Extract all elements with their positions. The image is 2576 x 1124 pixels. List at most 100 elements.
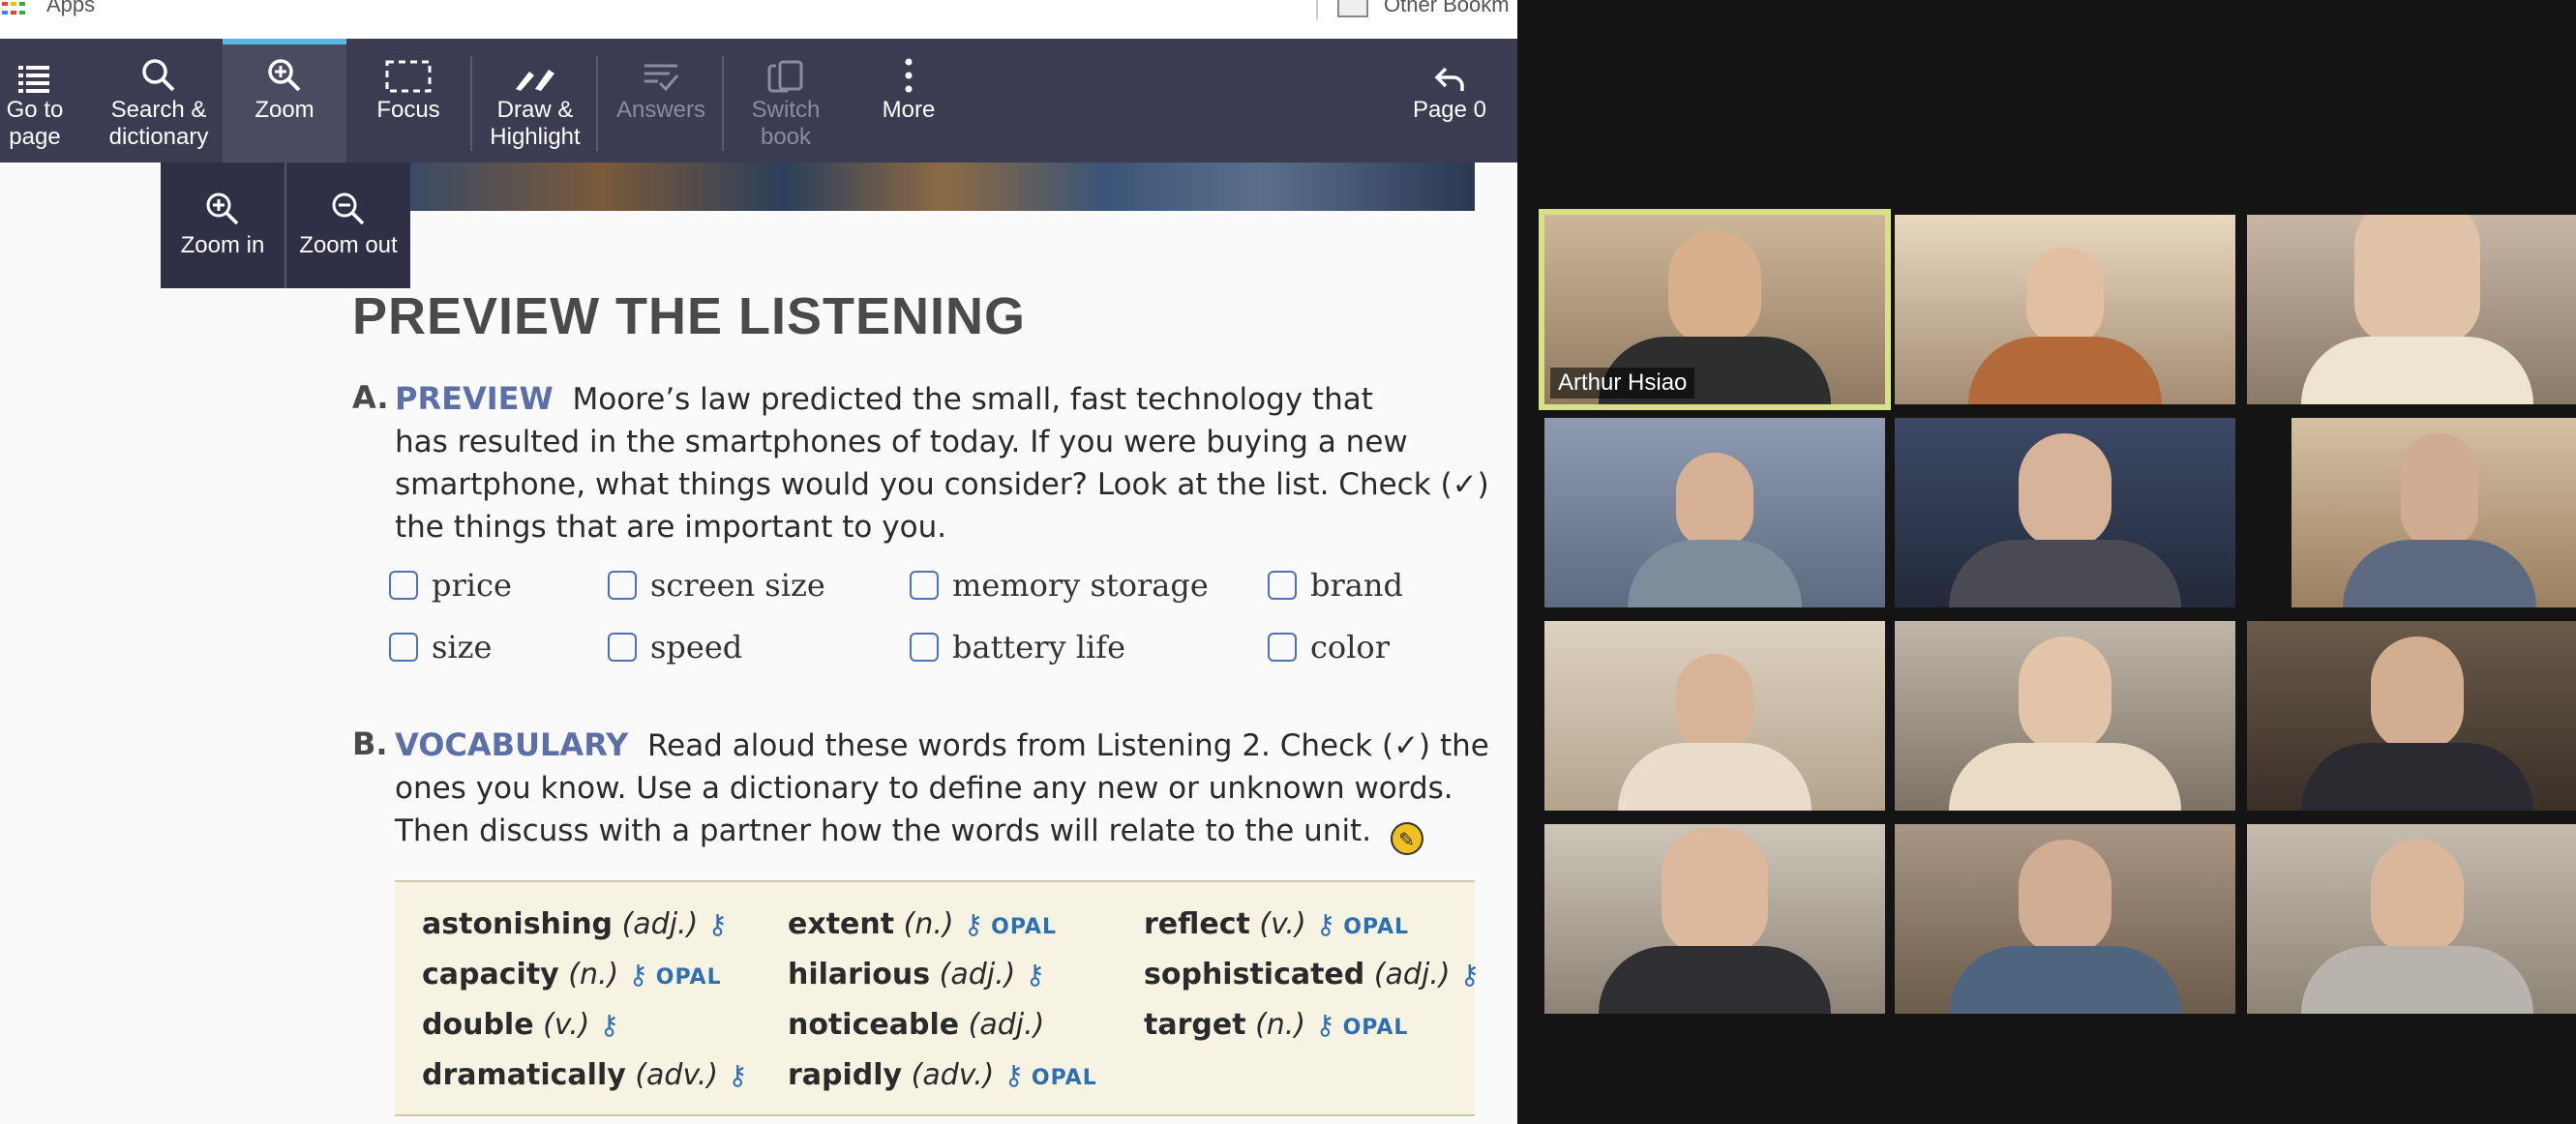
key-icon: ⚷ xyxy=(1315,908,1336,940)
list-icon xyxy=(18,66,49,93)
more-button[interactable]: More xyxy=(848,39,970,163)
video-tile[interactable] xyxy=(1895,418,2235,607)
section-a-title: PREVIEW xyxy=(395,380,554,417)
checkbox[interactable] xyxy=(608,571,637,600)
key-icon: ⚷ xyxy=(728,1059,748,1091)
section-b-title: VOCABULARY xyxy=(395,726,629,763)
switch-book-icon xyxy=(767,60,803,93)
vocab-item: rapidly (adv.) ⚷ OPAL xyxy=(788,1058,1097,1092)
video-tile[interactable] xyxy=(2247,215,2576,404)
participant-video xyxy=(1599,828,1831,1014)
video-tile[interactable] xyxy=(1895,215,2235,404)
video-tile[interactable] xyxy=(1895,824,2235,1014)
back-page-button[interactable]: Page 0 xyxy=(1393,39,1506,163)
opal-badge: OPAL xyxy=(1342,1016,1409,1040)
video-tile[interactable] xyxy=(2247,824,2576,1014)
participant-video xyxy=(2343,433,2536,607)
switch-book-button[interactable]: Switch book xyxy=(726,39,846,163)
checklist-item[interactable]: size xyxy=(389,629,492,666)
zoom-label: Zoom xyxy=(255,97,315,123)
apps-link[interactable]: Apps xyxy=(46,0,95,17)
bookmarks-bar: Apps Other Bookm xyxy=(0,0,1517,40)
checklist-label: battery life xyxy=(952,629,1126,666)
undo-arrow-icon xyxy=(1434,67,1464,91)
checklist-label: screen size xyxy=(650,567,825,604)
answers-button[interactable]: Answers xyxy=(600,39,722,163)
search-dictionary-button[interactable]: Search & dictionary xyxy=(97,39,221,163)
go-to-page-label-2: page xyxy=(9,124,61,150)
video-tile[interactable] xyxy=(2247,621,2576,811)
video-tile[interactable] xyxy=(1544,824,1885,1014)
participant-video xyxy=(1628,453,1802,607)
checklist-label: price xyxy=(432,567,512,604)
pen-icon xyxy=(516,70,554,91)
checklist-item[interactable]: memory storage xyxy=(910,567,1209,604)
checkbox[interactable] xyxy=(608,633,637,662)
video-tile[interactable] xyxy=(1544,418,1885,607)
draw-label-2: Highlight xyxy=(490,124,581,150)
focus-button[interactable]: Focus xyxy=(348,39,468,163)
focus-icon xyxy=(385,60,432,93)
checkbox[interactable] xyxy=(1268,571,1297,600)
draw-label-1: Draw & xyxy=(496,97,574,123)
checklist-item[interactable]: price xyxy=(389,567,512,604)
checklist-item[interactable]: battery life xyxy=(910,629,1125,666)
participant-name: Arthur Hsiao xyxy=(1550,368,1695,399)
switch-label-1: Switch xyxy=(751,97,821,123)
checklist-item[interactable]: color xyxy=(1268,629,1390,666)
vocab-item: double (v.) ⚷ xyxy=(422,1008,619,1042)
zoom-in-label: Zoom in xyxy=(180,232,265,258)
key-icon: ⚷ xyxy=(963,908,984,940)
key-icon: ⚷ xyxy=(1025,959,1045,991)
participant-video xyxy=(2301,636,2533,811)
zoom-in-button[interactable]: Zoom in xyxy=(161,163,285,288)
checkbox[interactable] xyxy=(910,571,939,600)
key-icon: ⚷ xyxy=(599,1009,619,1041)
checklist-item[interactable]: brand xyxy=(1268,567,1403,604)
apps-grid-icon[interactable] xyxy=(2,2,27,15)
section-a-line: has resulted in the smartphones of today… xyxy=(395,425,1408,459)
checkbox[interactable] xyxy=(910,633,939,662)
go-to-page-button[interactable]: Go to page xyxy=(0,39,70,163)
vocab-item: reflect (v.) ⚷ OPAL xyxy=(1144,907,1410,941)
video-tile-active-speaker[interactable]: Arthur Hsiao xyxy=(1539,209,1891,410)
vocab-item: dramatically (adv.) ⚷ xyxy=(422,1058,748,1092)
participant-video xyxy=(1949,840,2181,1014)
checklist-label: brand xyxy=(1310,567,1403,604)
zoom-out-button[interactable]: Zoom out xyxy=(286,163,410,288)
section-a-text: PREVIEW Moore’s law predicted the small,… xyxy=(395,377,1489,548)
zoom-button[interactable]: Zoom xyxy=(223,39,346,163)
section-a-line: the things that are important to you. xyxy=(395,510,947,545)
more-label: More xyxy=(882,97,936,123)
section-a-letter: A. xyxy=(352,379,389,416)
other-bookmarks-link[interactable]: Other Bookm xyxy=(1384,0,1510,17)
checkbox[interactable] xyxy=(1268,633,1297,662)
video-tile[interactable] xyxy=(1544,621,1885,811)
reader-toolbar: Go to page Search & dictionary Zoom Focu… xyxy=(0,39,1517,163)
answers-icon xyxy=(644,64,679,92)
participant-video xyxy=(2301,215,2533,404)
checkbox[interactable] xyxy=(389,633,418,662)
key-icon: ⚷ xyxy=(1315,1009,1335,1041)
vocab-item: astonishing (adj.) ⚷ xyxy=(422,907,728,941)
checklist-label: memory storage xyxy=(952,567,1209,604)
video-tile[interactable] xyxy=(2291,418,2576,607)
draw-highlight-button[interactable]: Draw & Highlight xyxy=(474,39,596,163)
answers-label: Answers xyxy=(615,97,706,123)
checklist-item[interactable]: speed xyxy=(608,629,742,666)
checklist-label: speed xyxy=(650,629,743,666)
opal-badge: OPAL xyxy=(991,915,1057,939)
participant-video xyxy=(2301,840,2533,1014)
checklist-item[interactable]: screen size xyxy=(608,567,825,604)
vocab-item: sophisticated (adj.) ⚷ xyxy=(1144,958,1481,991)
checkbox[interactable] xyxy=(389,571,418,600)
video-tile[interactable] xyxy=(1895,621,2235,811)
pencil-icon[interactable]: ✎ xyxy=(1390,822,1423,855)
section-b-line: Read aloud these words from Listening 2.… xyxy=(646,728,1489,763)
search-label-2: dictionary xyxy=(108,124,209,150)
vocab-item: hilarious (adj.) ⚷ xyxy=(788,958,1045,991)
zoom-out-icon xyxy=(332,192,365,225)
zoom-out-label: Zoom out xyxy=(299,232,398,258)
vocab-item: capacity (n.) ⚷ OPAL xyxy=(422,958,722,991)
search-label-1: Search & xyxy=(110,97,207,123)
